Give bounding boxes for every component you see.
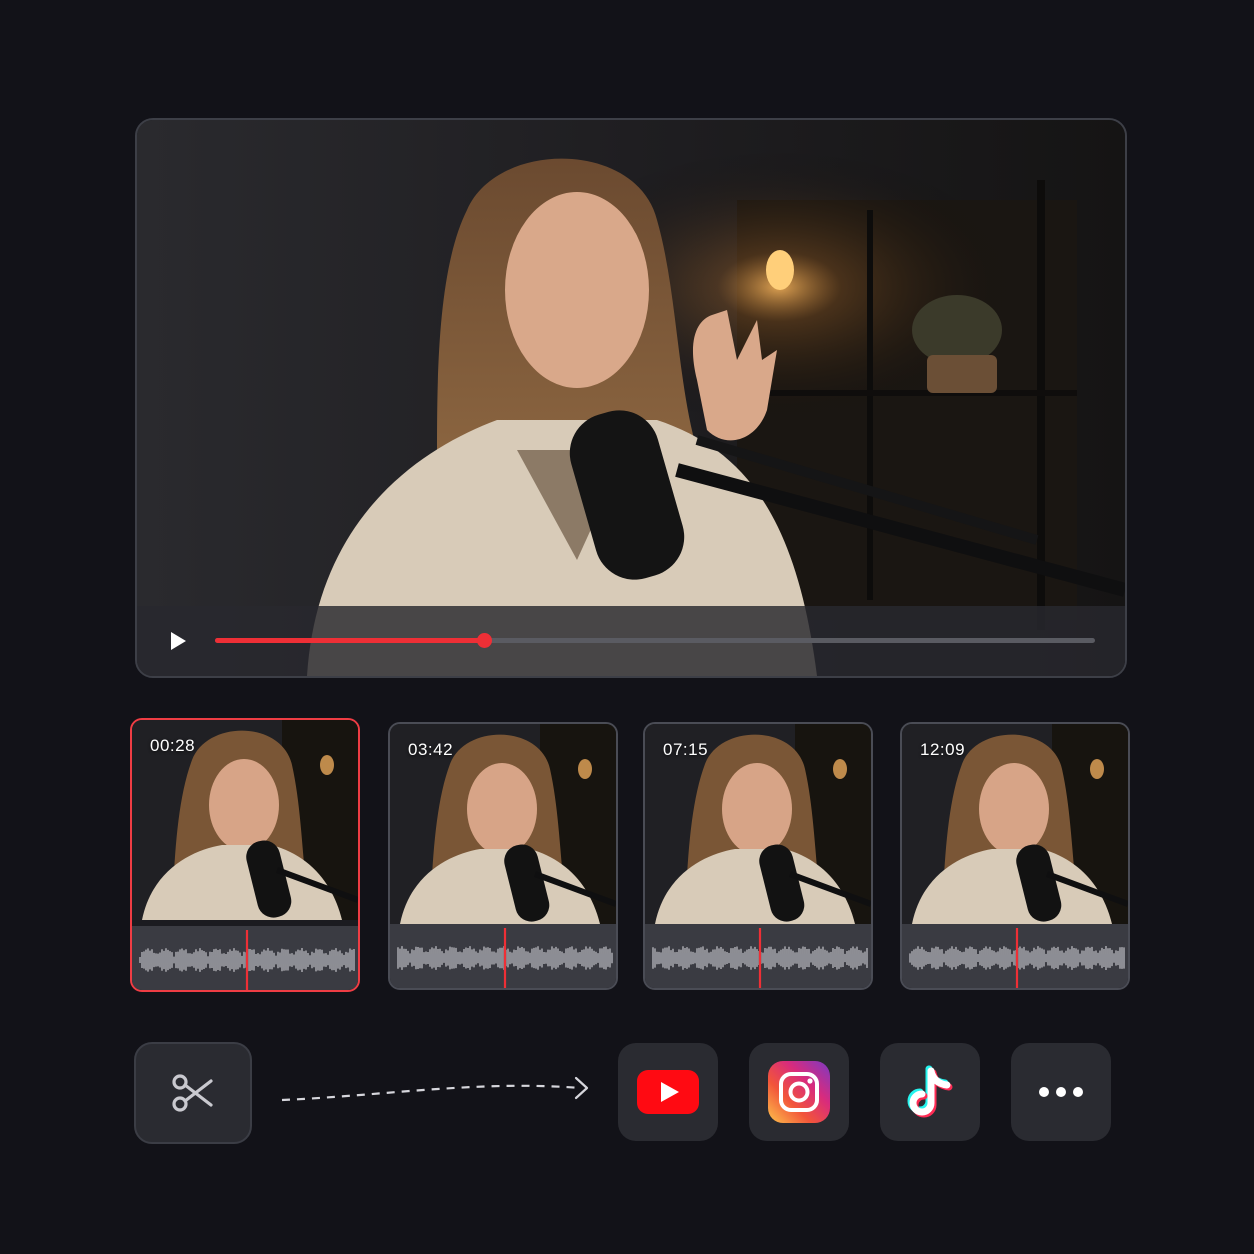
share-instagram-button[interactable] <box>749 1043 849 1141</box>
clip-waveform <box>645 924 871 988</box>
dashed-arrow-icon <box>281 1076 589 1102</box>
clip-timestamp: 12:09 <box>920 740 966 759</box>
clip-card[interactable]: 12:09 <box>900 722 1130 990</box>
youtube-icon <box>637 1070 699 1114</box>
scrubber-handle[interactable] <box>477 633 493 648</box>
video-player[interactable] <box>135 118 1127 678</box>
clip-timestamp: 00:28 <box>150 736 196 755</box>
clip-waveform <box>902 924 1128 988</box>
clip-card[interactable]: 03:42 <box>388 722 618 990</box>
more-options-button[interactable] <box>1011 1043 1111 1141</box>
share-youtube-button[interactable] <box>618 1043 718 1141</box>
play-button[interactable] <box>165 628 191 654</box>
share-tiktok-button[interactable] <box>880 1043 980 1141</box>
clip-timestamp: 03:42 <box>408 740 454 759</box>
clip-waveform <box>132 926 358 990</box>
playback-controls <box>137 606 1125 676</box>
clip-card[interactable]: 07:15 <box>643 722 873 990</box>
cut-clip-button[interactable] <box>134 1042 252 1144</box>
progress-track[interactable] <box>215 633 1095 648</box>
more-icon <box>1039 1087 1083 1097</box>
play-icon <box>171 632 186 650</box>
progress-fill <box>215 638 485 643</box>
tiktok-icon <box>907 1065 953 1118</box>
video-frame <box>137 120 1125 676</box>
clip-waveform <box>390 924 616 988</box>
scissors-icon <box>172 1074 213 1112</box>
clip-timestamp: 07:15 <box>663 740 709 759</box>
instagram-icon <box>768 1061 830 1123</box>
clip-card[interactable]: 00:28 <box>130 718 360 992</box>
